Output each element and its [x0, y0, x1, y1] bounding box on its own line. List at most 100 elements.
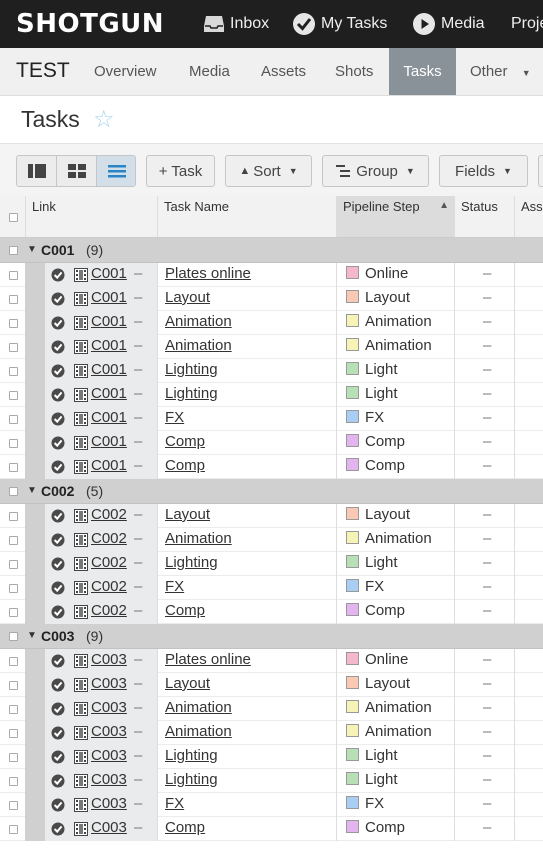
- thumbnail-view-button[interactable]: [57, 156, 97, 186]
- group-header-row[interactable]: ▼ C002 (5): [0, 479, 543, 504]
- assigned-cell[interactable]: [515, 552, 543, 576]
- table-row[interactable]: C003– Animation Animation –: [0, 721, 543, 745]
- table-row[interactable]: C001– Animation Animation –: [0, 335, 543, 359]
- assigned-cell[interactable]: [515, 793, 543, 817]
- task-name-link[interactable]: FX: [165, 409, 184, 426]
- task-name-link[interactable]: Lighting: [165, 554, 218, 571]
- status-cell[interactable]: –: [455, 504, 515, 528]
- pipeline-step-cell[interactable]: Layout: [337, 504, 455, 528]
- shot-link[interactable]: C003: [91, 675, 127, 692]
- assigned-cell[interactable]: [515, 576, 543, 600]
- row-checkbox[interactable]: [9, 777, 18, 786]
- row-checkbox[interactable]: [9, 681, 18, 690]
- pipeline-step-cell[interactable]: Comp: [337, 817, 455, 841]
- column-header-assigned[interactable]: Ass: [515, 196, 543, 237]
- table-row[interactable]: C003– Layout Layout –: [0, 673, 543, 697]
- shot-link[interactable]: C001: [91, 385, 127, 402]
- task-name-link[interactable]: FX: [165, 795, 184, 812]
- column-header-task-name[interactable]: Task Name: [158, 196, 337, 237]
- status-cell[interactable]: –: [455, 383, 515, 407]
- table-row[interactable]: C003– Comp Comp –: [0, 817, 543, 841]
- pipeline-step-cell[interactable]: Online: [337, 649, 455, 673]
- detail-view-button[interactable]: [17, 156, 57, 186]
- group-header-row[interactable]: ▼ C001 (9): [0, 238, 543, 263]
- status-cell[interactable]: –: [455, 673, 515, 697]
- row-checkbox[interactable]: [9, 463, 18, 472]
- row-checkbox[interactable]: [9, 271, 18, 280]
- status-cell[interactable]: –: [455, 697, 515, 721]
- table-row[interactable]: C001– Lighting Light –: [0, 383, 543, 407]
- task-name-link[interactable]: FX: [165, 578, 184, 595]
- pipeline-step-cell[interactable]: Animation: [337, 721, 455, 745]
- shot-link[interactable]: C001: [91, 289, 127, 306]
- row-checkbox[interactable]: [9, 415, 18, 424]
- status-cell[interactable]: –: [455, 721, 515, 745]
- status-cell[interactable]: –: [455, 528, 515, 552]
- collapse-triangle-icon[interactable]: ▼: [27, 244, 37, 255]
- task-name-link[interactable]: Animation: [165, 313, 232, 330]
- select-all-checkbox[interactable]: [0, 196, 26, 237]
- task-name-link[interactable]: Plates online: [165, 265, 251, 282]
- pipeline-step-cell[interactable]: Animation: [337, 311, 455, 335]
- group-checkbox[interactable]: [9, 246, 18, 255]
- assigned-cell[interactable]: [515, 455, 543, 479]
- assigned-cell[interactable]: [515, 311, 543, 335]
- shot-link[interactable]: C001: [91, 433, 127, 450]
- sort-button[interactable]: ▲ Sort ▼: [225, 155, 312, 187]
- pipeline-step-cell[interactable]: Animation: [337, 528, 455, 552]
- task-name-link[interactable]: Lighting: [165, 747, 218, 764]
- shot-link[interactable]: C001: [91, 361, 127, 378]
- task-name-link[interactable]: Layout: [165, 675, 210, 692]
- table-row[interactable]: C001– Plates online Online –: [0, 263, 543, 287]
- assigned-cell[interactable]: [515, 745, 543, 769]
- shot-link[interactable]: C002: [91, 554, 127, 571]
- row-checkbox[interactable]: [9, 729, 18, 738]
- task-name-link[interactable]: Layout: [165, 289, 210, 306]
- status-cell[interactable]: –: [455, 552, 515, 576]
- pipeline-step-cell[interactable]: FX: [337, 576, 455, 600]
- table-row[interactable]: C001– Layout Layout –: [0, 287, 543, 311]
- assigned-cell[interactable]: [515, 673, 543, 697]
- assigned-cell[interactable]: [515, 407, 543, 431]
- more-button[interactable]: [538, 155, 543, 187]
- table-row[interactable]: C003– FX FX –: [0, 793, 543, 817]
- row-checkbox[interactable]: [9, 512, 18, 521]
- shot-link[interactable]: C002: [91, 578, 127, 595]
- row-checkbox[interactable]: [9, 801, 18, 810]
- pipeline-step-cell[interactable]: FX: [337, 407, 455, 431]
- pipeline-step-cell[interactable]: Online: [337, 263, 455, 287]
- row-checkbox[interactable]: [9, 825, 18, 834]
- group-checkbox[interactable]: [9, 487, 18, 496]
- nav-media[interactable]: Media: [412, 0, 485, 48]
- task-name-link[interactable]: Comp: [165, 433, 205, 450]
- tab-overview[interactable]: Overview: [94, 48, 157, 95]
- status-cell[interactable]: –: [455, 769, 515, 793]
- pipeline-step-cell[interactable]: Light: [337, 359, 455, 383]
- shot-link[interactable]: C001: [91, 457, 127, 474]
- shot-link[interactable]: C003: [91, 795, 127, 812]
- group-checkbox[interactable]: [9, 632, 18, 641]
- row-checkbox[interactable]: [9, 439, 18, 448]
- pipeline-step-cell[interactable]: Comp: [337, 431, 455, 455]
- favorite-star-icon[interactable]: ☆: [93, 105, 115, 134]
- shot-link[interactable]: C001: [91, 337, 127, 354]
- shot-link[interactable]: C003: [91, 771, 127, 788]
- status-cell[interactable]: –: [455, 431, 515, 455]
- collapse-triangle-icon[interactable]: ▼: [27, 485, 37, 496]
- row-checkbox[interactable]: [9, 536, 18, 545]
- table-row[interactable]: C001– Lighting Light –: [0, 359, 543, 383]
- assigned-cell[interactable]: [515, 697, 543, 721]
- status-cell[interactable]: –: [455, 817, 515, 841]
- table-row[interactable]: C002– FX FX –: [0, 576, 543, 600]
- row-checkbox[interactable]: [9, 657, 18, 666]
- table-row[interactable]: C002– Animation Animation –: [0, 528, 543, 552]
- row-checkbox[interactable]: [9, 295, 18, 304]
- shot-link[interactable]: C001: [91, 265, 127, 282]
- list-view-button[interactable]: [97, 156, 135, 186]
- row-checkbox[interactable]: [9, 753, 18, 762]
- column-header-link[interactable]: Link: [26, 196, 158, 237]
- task-name-link[interactable]: Lighting: [165, 361, 218, 378]
- assigned-cell[interactable]: [515, 263, 543, 287]
- status-cell[interactable]: –: [455, 407, 515, 431]
- status-cell[interactable]: –: [455, 287, 515, 311]
